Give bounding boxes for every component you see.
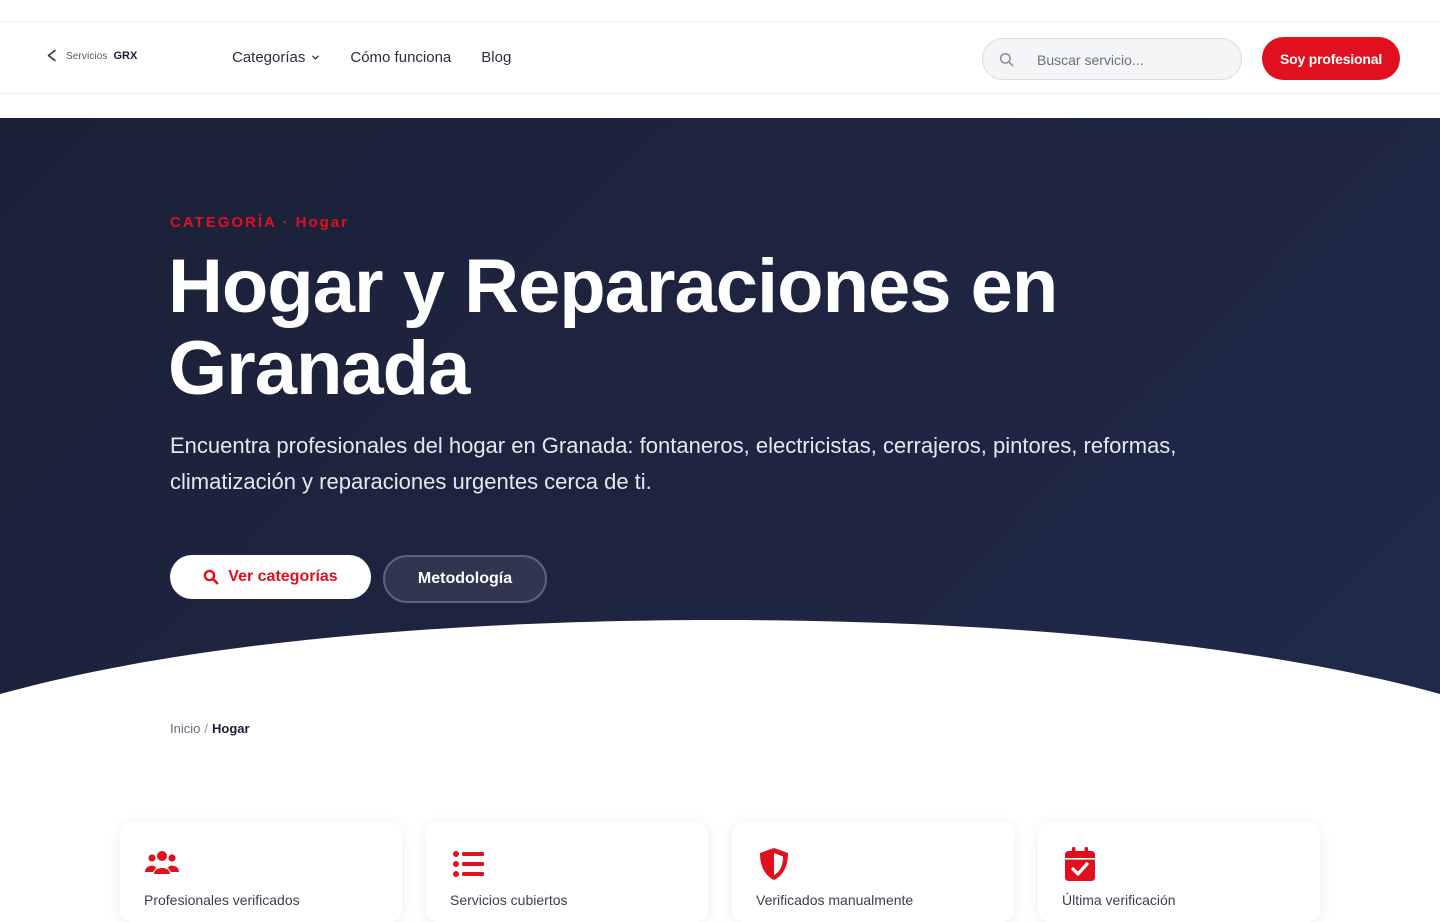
shield-icon [760, 848, 788, 880]
chevron-down-icon [312, 55, 320, 60]
main-nav: Categorías Cómo funciona Blog [232, 49, 511, 66]
nav-item-como-funciona[interactable]: Cómo funciona [350, 49, 451, 66]
search-input[interactable] [1037, 49, 1227, 71]
breadcrumb-current: Hogar [211, 721, 250, 736]
search-box [982, 38, 1242, 80]
stat-card: Última verificación [1038, 822, 1320, 922]
top-strip [0, 0, 1440, 22]
nav-item-categorias[interactable]: Categorías [232, 49, 320, 66]
site-header: Servicios GRX Categorías Cómo funciona B… [0, 22, 1440, 94]
stats-cards: Profesionales verificados Servicios cubi… [120, 822, 1320, 922]
search-icon [203, 569, 219, 585]
category-overline: CATEGORÍA · Hogar [170, 214, 349, 231]
nav-item-label: Blog [481, 49, 512, 66]
ver-categorias-button[interactable]: Ver categorías [170, 555, 371, 599]
hero-lead: Encuentra profesionales del hogar en Gra… [170, 433, 1177, 494]
stat-label: Servicios cubiertos [450, 892, 568, 908]
logo-brand-name: GRX [113, 50, 138, 62]
logo-prefix: Servicios [66, 50, 108, 62]
stat-card: Profesionales verificados [120, 822, 402, 922]
nav-item-blog[interactable]: Blog [481, 49, 511, 66]
page-title: Hogar y Reparaciones en Granada [168, 244, 1058, 411]
stat-label: Profesionales verificados [144, 892, 300, 908]
stat-card: Servicios cubiertos [426, 822, 708, 922]
stat-label: Última verificación [1062, 892, 1176, 908]
hero-section: CATEGORÍA · Hogar Hogar y Reparaciones e… [0, 118, 1440, 758]
metodologia-button[interactable]: Metodología [383, 555, 547, 603]
breadcrumb: Inicio / Hogar [170, 721, 250, 736]
list-icon [453, 851, 484, 877]
breadcrumb-home-link[interactable]: Inicio [170, 721, 200, 736]
hero-curve-divider [0, 620, 1440, 758]
site-logo[interactable]: Servicios GRX [44, 48, 137, 64]
soy-profesional-button[interactable]: Soy profesional [1262, 37, 1400, 80]
button-label: Ver categorías [228, 568, 338, 585]
nav-item-label: Cómo funciona [350, 49, 452, 66]
stat-card: Verificados manualmente [732, 822, 1014, 922]
stat-label: Verificados manualmente [756, 892, 914, 908]
users-icon [145, 851, 179, 874]
breadcrumb-separator: / [204, 721, 208, 736]
search-icon [999, 52, 1014, 67]
share-icon [47, 49, 56, 62]
calendar-check-icon [1065, 847, 1095, 881]
nav-item-label: Categorías [232, 49, 306, 66]
